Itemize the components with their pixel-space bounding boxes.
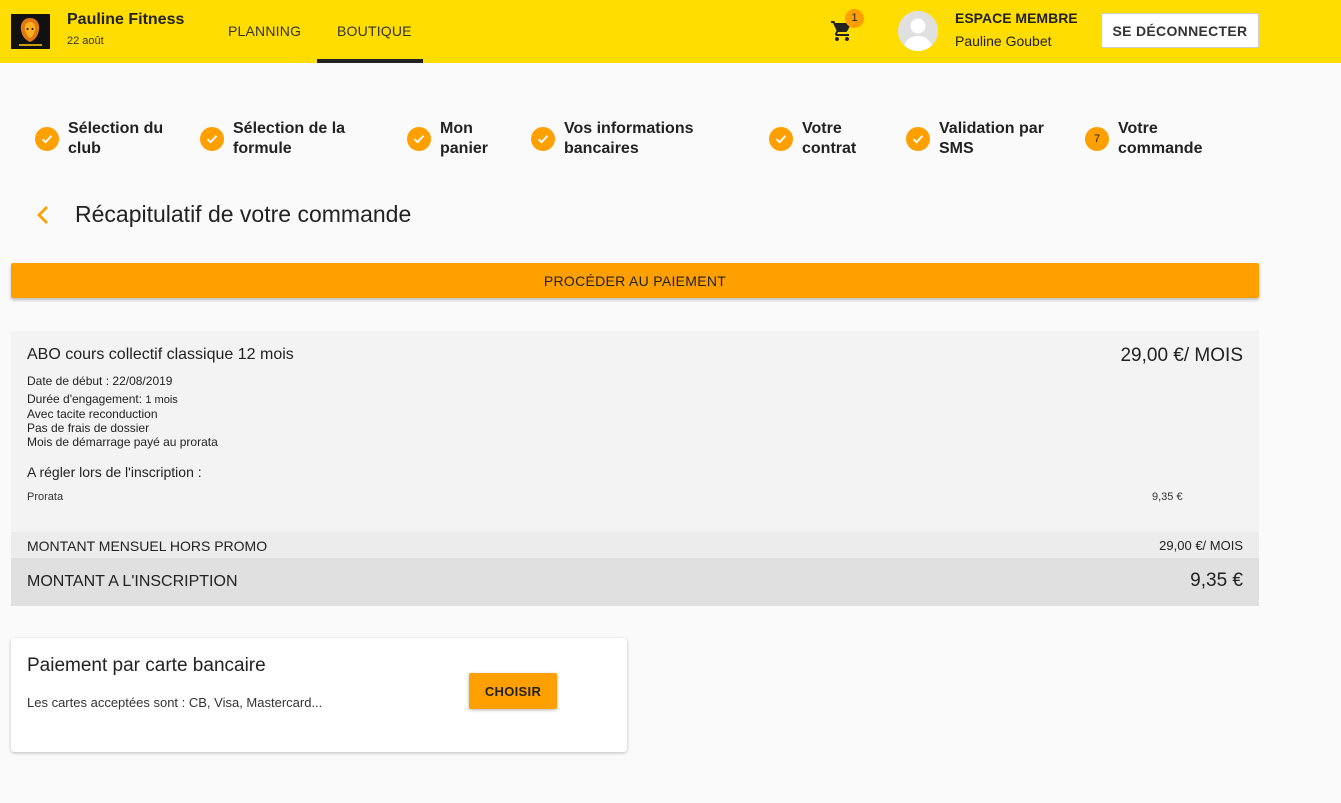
check-icon	[407, 127, 431, 151]
accepted-cards-text: Les cartes acceptées sont : CB, Visa, Ma…	[27, 695, 323, 710]
detail-line: Mois de démarrage payé au prorata	[27, 435, 218, 449]
prorata-label: Prorata	[27, 491, 64, 503]
step-label: Sélection du club	[68, 120, 164, 157]
chevron-left-icon[interactable]	[33, 203, 53, 227]
step-order[interactable]: 7 Votre commande	[1085, 119, 1202, 159]
step-label: Sélection de la formule	[233, 120, 346, 157]
nav-tab-planning[interactable]: PLANNING	[228, 23, 301, 39]
avatar[interactable]	[898, 11, 938, 51]
step-label: Mon panier	[440, 120, 489, 157]
brand-logo[interactable]	[11, 14, 50, 49]
step-formula-selection[interactable]: Sélection de la formule	[200, 119, 345, 159]
step-bank-info[interactable]: Vos informations bancaires	[531, 119, 694, 159]
due-at-signup-title: A régler lors de l'inscription :	[27, 464, 202, 480]
proceed-to-payment-button[interactable]: PROCÉDER AU PAIEMENT	[11, 263, 1259, 298]
check-icon	[35, 127, 59, 151]
step-label: Vos informations bancaires	[564, 120, 694, 157]
logout-button[interactable]: SE DÉCONNECTER	[1101, 13, 1259, 48]
choose-card-payment-button[interactable]: CHOISIR	[469, 673, 557, 709]
step-label: Validation par SMS	[939, 120, 1044, 157]
step-club-selection[interactable]: Sélection du club	[35, 119, 163, 159]
step-my-cart[interactable]: Mon panier	[407, 119, 488, 159]
product-details: Date de début : 22/08/2019 Durée d'engag…	[27, 374, 218, 449]
step-label: Votre contrat	[802, 120, 857, 157]
active-tab-indicator	[317, 59, 423, 63]
prorata-value: 9,35 €	[1152, 491, 1183, 503]
product-name: ABO cours collectif classique 12 mois	[27, 346, 294, 363]
step-contract[interactable]: Votre contrat	[769, 119, 856, 159]
product-price: 29,00 €/ MOIS	[1120, 345, 1243, 366]
nav-tab-boutique[interactable]: BOUTIQUE	[337, 23, 412, 39]
start-date-line: Date de début : 22/08/2019	[27, 374, 173, 388]
check-icon	[200, 127, 224, 151]
signup-amount-label: MONTANT A L'INSCRIPTION	[27, 573, 238, 590]
signup-amount-value: 9,35 €	[1190, 570, 1243, 591]
order-summary: ABO cours collectif classique 12 mois 29…	[11, 331, 1259, 606]
page-title: Récapitulatif de votre commande	[75, 201, 412, 227]
brand-title: Pauline Fitness	[67, 11, 185, 28]
duration-line: Durée d'engagement: 1 mois	[27, 392, 178, 406]
check-icon	[906, 127, 930, 151]
step-label: Votre commande	[1118, 120, 1203, 157]
monthly-amount-label: MONTANT MENSUEL HORS PROMO	[27, 538, 268, 554]
monthly-amount-row: MONTANT MENSUEL HORS PROMO 29,00 €/ MOIS	[11, 532, 1259, 559]
check-icon	[531, 127, 555, 151]
brand-date: 22 août	[67, 35, 104, 47]
card-payment-option: Paiement par carte bancaire Les cartes a…	[11, 638, 627, 752]
top-bar: Pauline Fitness 22 août PLANNING BOUTIQU…	[0, 0, 1341, 63]
step-number-badge: 7	[1085, 127, 1109, 151]
cart-count-badge: 1	[845, 9, 864, 28]
member-space-title[interactable]: ESPACE MEMBRE	[955, 10, 1078, 26]
check-icon	[769, 127, 793, 151]
step-sms-validation[interactable]: Validation par SMS	[906, 119, 1044, 159]
member-name: Pauline Goubet	[955, 33, 1052, 49]
signup-amount-row: MONTANT A L'INSCRIPTION 9,35 €	[11, 558, 1259, 606]
detail-line: Pas de frais de dossier	[27, 421, 150, 435]
monthly-amount-value: 29,00 €/ MOIS	[1159, 538, 1243, 553]
detail-line: Avec tacite reconduction	[27, 407, 158, 421]
card-payment-title: Paiement par carte bancaire	[27, 655, 266, 676]
